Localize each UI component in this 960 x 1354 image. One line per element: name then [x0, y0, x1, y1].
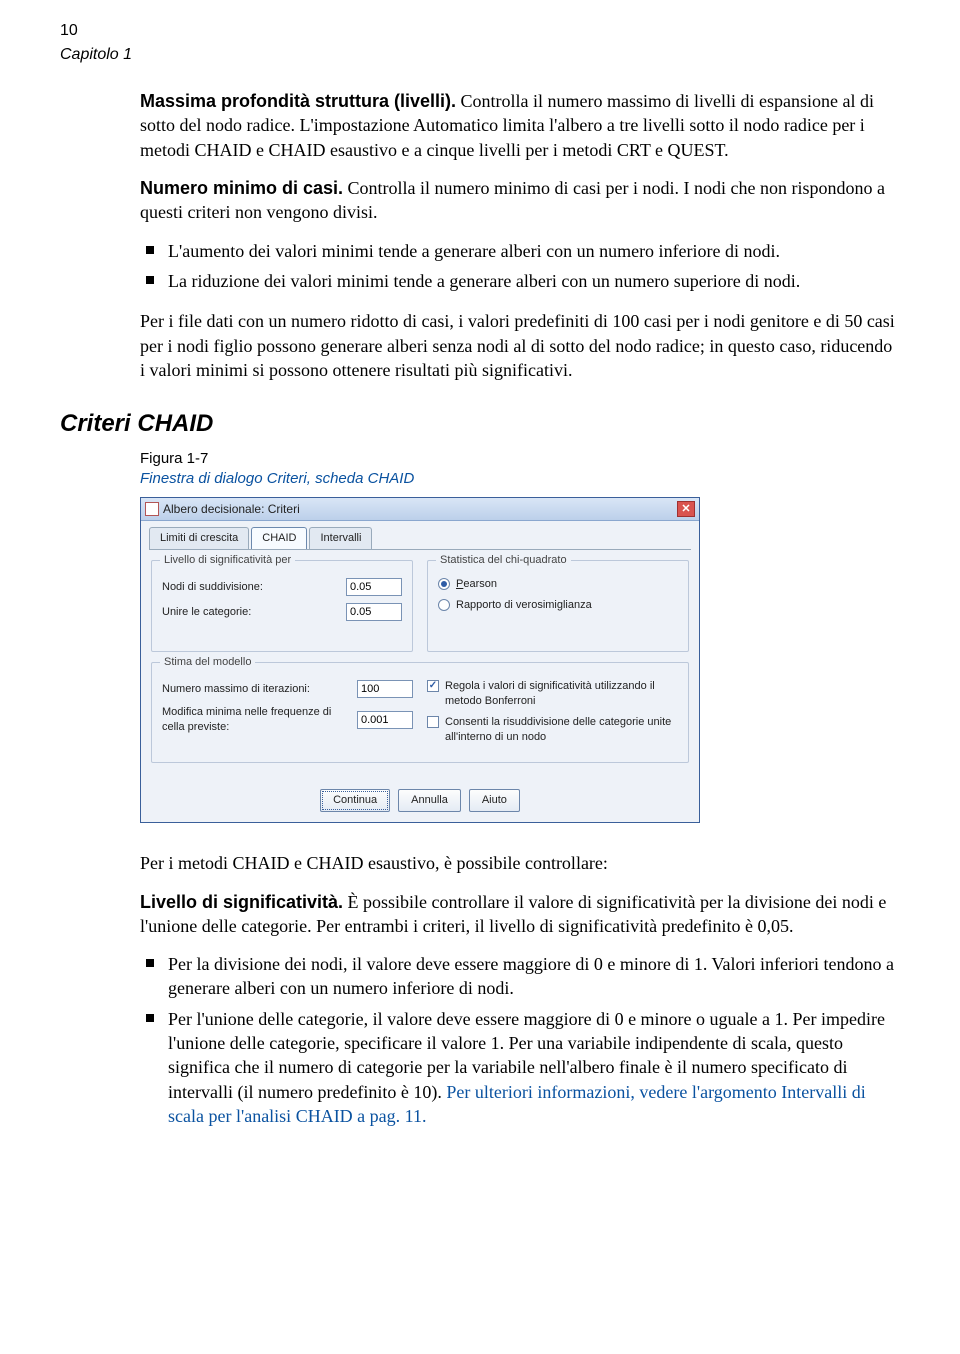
label-merge-categories: Unire le categorie:	[162, 605, 338, 620]
checkbox-label: Consenti la risuddivisione delle categor…	[445, 715, 678, 745]
paragraph-significance: Livello di significatività. È possibile …	[140, 890, 900, 939]
criteria-dialog: Albero decisionale: Criteri ✕ Limiti di …	[140, 497, 700, 823]
label-split-nodes: Nodi di suddivisione:	[162, 580, 338, 595]
radio-label: Pearson	[456, 577, 497, 592]
list-item: La riduzione dei valori minimi tende a g…	[140, 269, 900, 293]
label-significance: Livello di significatività.	[140, 892, 343, 912]
input-split-nodes[interactable]	[346, 578, 402, 596]
list-item: Per l'unione delle categorie, il valore …	[140, 1007, 900, 1128]
continue-button[interactable]: Continua	[320, 789, 390, 812]
group-chi-square: Statistica del chi-quadrato Pearson Rapp…	[427, 560, 689, 652]
tab-strip: Limiti di crescita CHAID Intervalli	[141, 521, 699, 549]
paragraph-min-cases: Numero minimo di casi. Controlla il nume…	[140, 176, 900, 225]
group-legend: Stima del modello	[160, 655, 255, 670]
input-max-iterations[interactable]	[357, 680, 413, 698]
radio-icon	[438, 578, 450, 590]
radio-pearson[interactable]: Pearson	[438, 577, 678, 592]
group-legend: Statistica del chi-quadrato	[436, 553, 571, 568]
dialog-button-row: Continua Annulla Aiuto	[141, 781, 699, 822]
dialog-titlebar: Albero decisionale: Criteri ✕	[141, 498, 699, 521]
checkbox-icon	[427, 680, 439, 692]
group-significance: Livello di significatività per Nodi di s…	[151, 560, 413, 652]
dialog-title: Albero decisionale: Criteri	[163, 501, 300, 517]
group-model-estimation: Stima del modello Numero massimo di iter…	[151, 662, 689, 763]
radio-icon	[438, 599, 450, 611]
list-item: L'aumento dei valori minimi tende a gene…	[140, 239, 900, 263]
group-legend: Livello di significatività per	[160, 553, 295, 568]
list-item: Per la divisione dei nodi, il valore dev…	[140, 952, 900, 1001]
tab-limiti-di-crescita[interactable]: Limiti di crescita	[149, 527, 249, 549]
checkbox-bonferroni[interactable]: Regola i valori di significatività utili…	[427, 679, 678, 709]
tab-intervalli[interactable]: Intervalli	[309, 527, 372, 549]
page-number: 10	[60, 20, 900, 42]
label-max-iterations: Numero massimo di iterazioni:	[162, 682, 349, 697]
cancel-button[interactable]: Annulla	[398, 789, 461, 812]
checkbox-resplit[interactable]: Consenti la risuddivisione delle categor…	[427, 715, 678, 745]
paragraph-max-depth: Massima profondità struttura (livelli). …	[140, 89, 900, 162]
input-merge-categories[interactable]	[346, 603, 402, 621]
checkbox-icon	[427, 716, 439, 728]
label-min-change: Modifica minima nelle frequenze di cella…	[162, 705, 349, 735]
checkbox-label: Regola i valori di significatività utili…	[445, 679, 678, 709]
section-heading-criteri-chaid: Criteri CHAID	[60, 408, 900, 440]
bullet-list-2: Per la divisione dei nodi, il valore dev…	[140, 952, 900, 1128]
paragraph-chaid-intro: Per i metodi CHAID e CHAID esaustivo, è …	[140, 851, 900, 875]
chapter-label: Capitolo 1	[60, 44, 900, 66]
radio-label: Rapporto di verosimiglianza	[456, 598, 592, 613]
tab-chaid[interactable]: CHAID	[251, 527, 307, 549]
label-min-cases: Numero minimo di casi.	[140, 178, 343, 198]
input-min-change[interactable]	[357, 711, 413, 729]
figure-caption: Finestra di dialogo Criteri, scheda CHAI…	[140, 469, 900, 489]
label-max-depth: Massima profondità struttura (livelli).	[140, 91, 456, 111]
close-button[interactable]: ✕	[677, 501, 695, 517]
figure-label: Figura 1-7	[140, 449, 900, 469]
close-icon: ✕	[681, 502, 690, 517]
help-button[interactable]: Aiuto	[469, 789, 520, 812]
radio-likelihood-ratio[interactable]: Rapporto di verosimiglianza	[438, 598, 678, 613]
app-icon	[145, 502, 159, 516]
paragraph-defaults: Per i file dati con un numero ridotto di…	[140, 309, 900, 382]
bullet-list-1: L'aumento dei valori minimi tende a gene…	[140, 239, 900, 294]
